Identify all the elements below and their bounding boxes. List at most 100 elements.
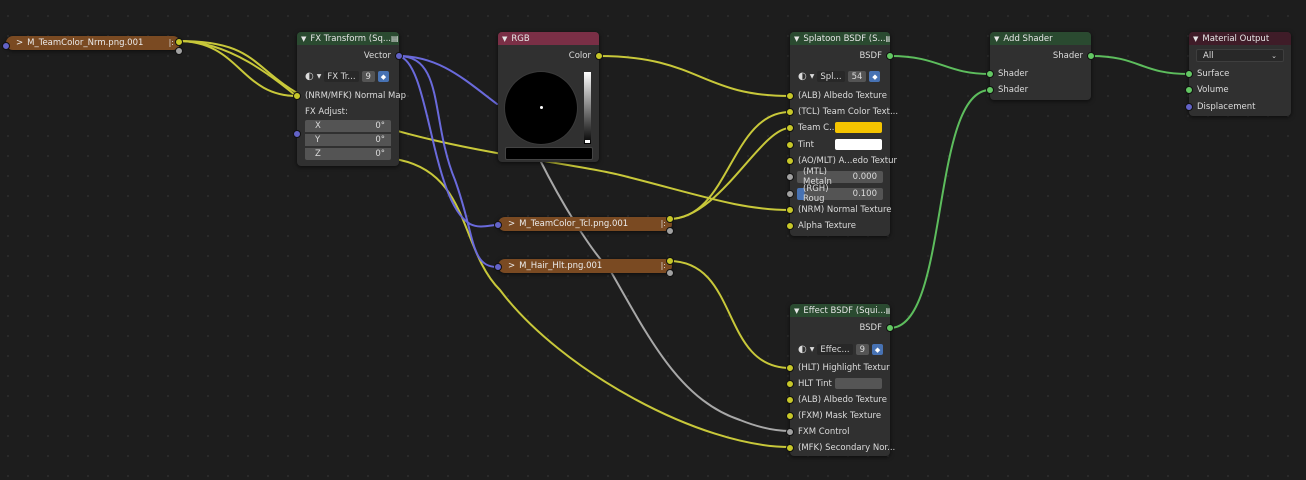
node-header[interactable]: ▼ Add Shader	[990, 32, 1091, 45]
fx-transform-node[interactable]: ▼ FX Transform (Sq... ▤ Vector ◐ ▼ FX Tr…	[297, 32, 406, 166]
node-header[interactable]: ▼ Material Output	[1189, 32, 1291, 45]
socket-rough-input[interactable]	[786, 190, 794, 198]
group-name-field[interactable]: Effec...	[817, 344, 853, 355]
x-field[interactable]: X 0°	[305, 120, 391, 132]
socket-vector-input[interactable]	[494, 221, 502, 229]
shield-icon[interactable]: ◆	[872, 344, 884, 355]
socket-normal-map-input[interactable]	[293, 92, 301, 100]
node-header[interactable]: ▼ Effect BSDF (Squi... ▤	[790, 304, 890, 317]
socket-albedo-input[interactable]	[786, 92, 794, 100]
effect-bsdf-node[interactable]: ▼ Effect BSDF (Squi... ▤ BSDF ◐ ▼ Effec.…	[790, 304, 895, 456]
chevron-down-icon[interactable]: ▼	[810, 73, 815, 80]
chevron-down-icon[interactable]: ▼	[794, 35, 799, 43]
group-name-field[interactable]: FX Tr...	[324, 71, 359, 82]
chevron-down-icon[interactable]: ▼	[502, 35, 507, 43]
chevron-right-icon[interactable]: >	[16, 38, 23, 48]
socket-albedo-input[interactable]	[786, 396, 794, 404]
texture-frame-teamcolor-tcl[interactable]: > M_TeamColor_Tcl.png.001 |:	[498, 217, 672, 231]
socket-normal-tex-input[interactable]	[786, 206, 794, 214]
chevron-down-icon[interactable]: ▼	[317, 73, 322, 80]
socket-surface-input[interactable]	[1185, 70, 1193, 78]
socket-alpha-tex-input[interactable]	[786, 222, 794, 230]
socket-mask-input[interactable]	[786, 412, 794, 420]
chevron-down-icon[interactable]: ▼	[994, 35, 999, 43]
socket-alpha-output[interactable]	[666, 227, 674, 235]
color-swatch[interactable]	[505, 147, 593, 160]
color-wheel[interactable]	[505, 72, 577, 144]
add-shader-node[interactable]: ▼ Add Shader Shader Shader Shader	[990, 32, 1091, 100]
socket-team-color-tex-input[interactable]	[786, 108, 794, 116]
socket-secondary-input[interactable]	[786, 444, 794, 452]
socket-shader-input[interactable]	[986, 86, 994, 94]
tint-swatch[interactable]	[835, 139, 882, 150]
socket-input[interactable]	[2, 42, 10, 50]
node-header[interactable]: ▼ FX Transform (Sq... ▤	[297, 32, 399, 45]
sphere-icon[interactable]: ◐	[798, 344, 807, 355]
socket-color-output[interactable]	[666, 257, 674, 265]
shield-icon[interactable]: ◆	[869, 71, 881, 82]
rough-value: 0.100	[852, 189, 877, 199]
chevron-down-icon[interactable]: ▼	[1193, 35, 1198, 43]
socket-displacement-input[interactable]	[1185, 103, 1193, 111]
y-field[interactable]: Y 0°	[305, 134, 391, 146]
user-count[interactable]: 9	[361, 71, 375, 82]
chevron-right-icon[interactable]: >	[508, 261, 515, 271]
socket-color-output[interactable]	[666, 215, 674, 223]
socket-shader-input[interactable]	[986, 70, 994, 78]
socket-team-color-input[interactable]	[786, 124, 794, 132]
socket-bsdf-output[interactable]	[886, 52, 894, 60]
team-color-swatch[interactable]	[835, 122, 882, 133]
socket-alpha-output[interactable]	[175, 47, 183, 55]
node-header[interactable]: ▼ Splatoon BSDF (S... ▤	[790, 32, 890, 45]
z-field[interactable]: Z 0°	[305, 148, 391, 160]
color-wheel-cursor[interactable]	[540, 106, 543, 109]
target-dropdown[interactable]: All ⌄	[1196, 49, 1284, 62]
sphere-icon[interactable]: ◐	[798, 71, 807, 82]
value-slider-handle[interactable]	[585, 140, 590, 143]
node-group-icon[interactable]: ▤	[391, 34, 399, 43]
metal-slider[interactable]: (MTL) Metaln 0.000	[797, 167, 883, 187]
splatoon-bsdf-node[interactable]: ▼ Splatoon BSDF (S... ▤ BSDF ◐ ▼ Spl... …	[790, 32, 898, 236]
socket-alpha-output[interactable]	[666, 269, 674, 277]
socket-ao-input[interactable]	[786, 157, 794, 165]
socket-vector-output[interactable]	[395, 52, 403, 60]
x-label: X	[315, 121, 321, 131]
socket-vector-input[interactable]	[494, 263, 502, 271]
socket-metal-input[interactable]	[786, 173, 794, 181]
value-slider[interactable]	[584, 72, 591, 144]
texture-frame-teamcolor-nrm[interactable]: > M_TeamColor_Nrm.png.001 |:	[6, 36, 180, 50]
group-selector[interactable]: ◐ ▼ Spl... 54 ◆	[798, 71, 881, 82]
group-selector[interactable]: ◐ ▼ Effec... 9 ◆	[798, 344, 884, 355]
user-count[interactable]: 54	[847, 71, 867, 82]
socket-color-output[interactable]	[175, 38, 183, 46]
node-group-icon[interactable]: ▤	[886, 306, 890, 315]
target-value: All	[1203, 50, 1214, 61]
socket-highlight-input[interactable]	[786, 364, 794, 372]
material-output-node[interactable]: ▼ Material Output All ⌄ Surface Volume D…	[1189, 32, 1291, 116]
node-group-icon[interactable]: ▤	[886, 34, 890, 43]
shield-icon[interactable]: ◆	[377, 71, 389, 82]
user-count[interactable]: 9	[855, 344, 870, 355]
rgb-node[interactable]: ▼ RGB Color	[498, 32, 599, 162]
socket-shader-output[interactable]	[1087, 52, 1095, 60]
chevron-down-icon[interactable]: ▼	[301, 35, 306, 43]
socket-bsdf-output[interactable]	[886, 324, 894, 332]
input-row: (AO/MLT) A...edo Textur	[790, 154, 897, 167]
socket-hlt-tint-input[interactable]	[786, 380, 794, 388]
hlt-tint-swatch[interactable]	[835, 378, 882, 389]
socket-color-output[interactable]	[595, 52, 603, 60]
chevron-down-icon[interactable]: ▼	[810, 346, 815, 353]
chevron-right-icon[interactable]: >	[508, 219, 515, 229]
socket-volume-input[interactable]	[1185, 86, 1193, 94]
socket-control-input[interactable]	[786, 428, 794, 436]
texture-frame-hair-hlt[interactable]: > M_Hair_Hlt.png.001 |:	[498, 259, 672, 273]
socket-tint-input[interactable]	[786, 141, 794, 149]
chevron-down-icon[interactable]: ▼	[794, 307, 799, 315]
input-row: (HLT) Highlight Textur	[790, 361, 890, 374]
rough-slider[interactable]: (RGH) Roug 0.100	[797, 184, 883, 204]
socket-fx-adjust-input[interactable]	[293, 130, 301, 138]
sphere-icon[interactable]: ◐	[305, 71, 314, 82]
group-selector[interactable]: ◐ ▼ FX Tr... 9 ◆	[305, 71, 389, 82]
group-name-field[interactable]: Spl...	[817, 71, 845, 82]
node-header[interactable]: ▼ RGB	[498, 32, 599, 45]
